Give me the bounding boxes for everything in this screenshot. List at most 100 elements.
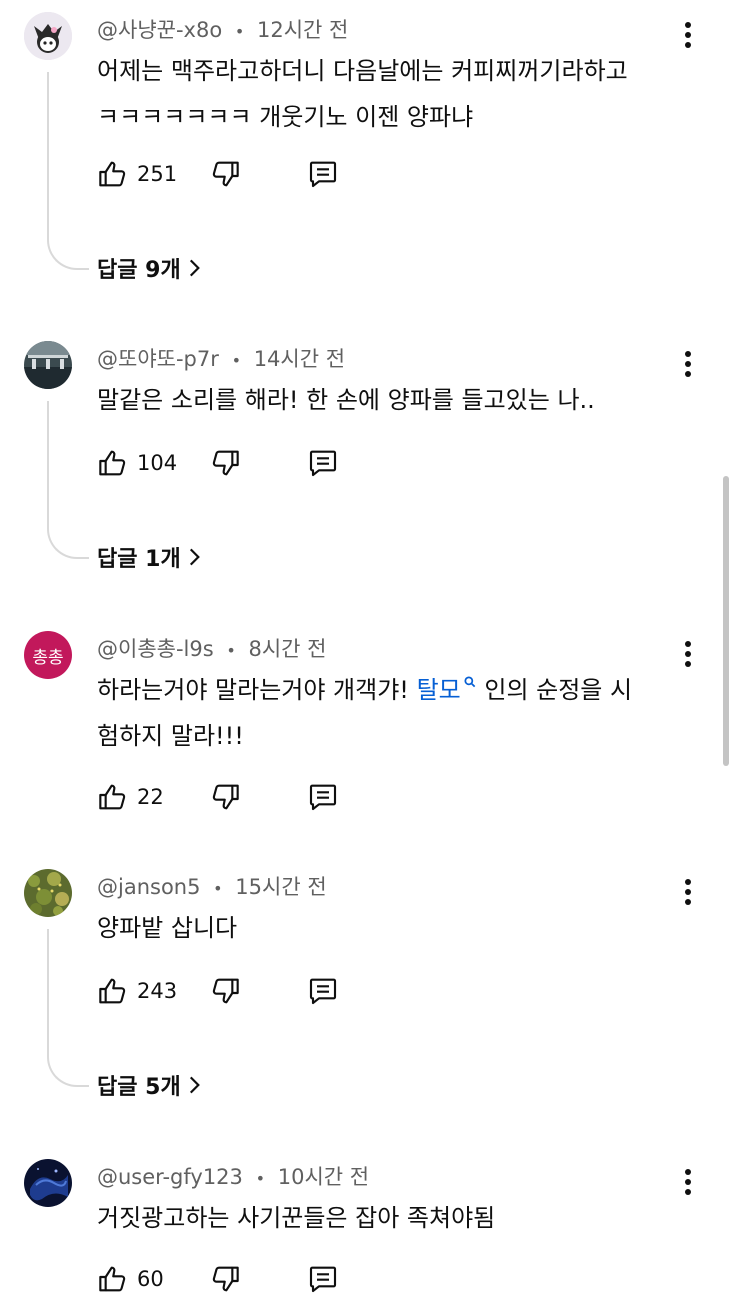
avatar[interactable] <box>24 12 72 60</box>
reply-button[interactable] <box>307 443 339 483</box>
comment-meta: @또야또-p7r • 14시간 전 <box>97 343 345 373</box>
comment-icon <box>309 161 337 188</box>
reply-button[interactable] <box>307 1259 339 1299</box>
replies-toggle[interactable]: 답글 5개 <box>97 1069 207 1101</box>
more-vertical-icon[interactable] <box>676 1167 700 1201</box>
meta-separator: • <box>226 641 236 660</box>
comment-icon <box>309 450 337 477</box>
reply-thread-line <box>47 929 89 1087</box>
dislike-button[interactable] <box>209 154 241 194</box>
comment-icon <box>309 784 337 811</box>
comment-text-line: 양파밭 삽니다 <box>97 914 238 942</box>
more-vertical-icon[interactable] <box>676 20 700 54</box>
replies-label: 답글 9개 <box>97 258 181 283</box>
reply-button[interactable] <box>307 971 339 1011</box>
like-button[interactable]: 60 <box>97 1259 164 1299</box>
like-button[interactable]: 104 <box>97 443 177 483</box>
comment-time[interactable]: 10시간 전 <box>278 1165 369 1189</box>
comment-text-line: 하라는거야 말라는거야 개객갸! 탈모 인의 순정을 시 <box>97 667 697 713</box>
like-count: 251 <box>137 162 178 186</box>
like-count: 22 <box>137 785 164 809</box>
thumbs-down-icon <box>212 978 239 1004</box>
like-count: 60 <box>137 1267 164 1291</box>
reply-button[interactable] <box>307 777 339 817</box>
comment-text-line: 말같은 소리를 해라! 한 손에 양파를 들고있는 나.. <box>97 386 595 414</box>
thumbs-down-icon <box>212 161 239 187</box>
comment-text-segment: 인의 순정을 시 <box>476 676 633 704</box>
hashtag-search-link[interactable]: 탈모 <box>417 676 477 704</box>
comment-text: 말같은 소리를 해라! 한 손에 양파를 들고있는 나.. <box>97 377 697 423</box>
meta-separator: • <box>255 1169 266 1188</box>
comment-actions: 243 <box>97 971 357 1011</box>
like-count: 243 <box>137 979 178 1003</box>
reply-thread-line <box>47 72 89 270</box>
comment-text: 양파밭 삽니다 <box>97 905 697 951</box>
comment-meta: @janson5 • 15시간 전 <box>97 871 327 901</box>
thumbs-down-icon <box>212 1266 239 1292</box>
comment-text-line: 거짓광고하는 사기꾼들은 잡아 족쳐야됨 <box>97 1204 496 1232</box>
dislike-button[interactable] <box>209 971 241 1011</box>
reply-button[interactable] <box>307 154 339 194</box>
meta-separator: • <box>213 879 223 898</box>
author-name[interactable]: @이총총-l9s <box>97 637 214 661</box>
avatar[interactable] <box>24 341 72 389</box>
comment-text-line: 어제는 맥주라고하더니 다음날에는 커피찌꺼기라하고 <box>97 57 628 85</box>
chevron-right-icon <box>189 548 200 566</box>
avatar[interactable] <box>24 869 72 917</box>
scrollbar-thumb[interactable] <box>723 476 729 766</box>
like-count: 104 <box>137 451 178 475</box>
author-name[interactable]: @janson5 <box>97 875 200 899</box>
reply-thread-line <box>47 401 89 559</box>
search-icon <box>464 676 476 688</box>
more-vertical-icon[interactable] <box>676 877 700 911</box>
thumbs-up-icon <box>99 161 126 187</box>
like-button[interactable]: 243 <box>97 971 177 1011</box>
search-link-label: 탈모 <box>416 676 461 704</box>
replies-label: 답글 5개 <box>97 1075 181 1100</box>
chevron-right-icon <box>189 1076 200 1094</box>
avatar-initials: 총총 <box>32 647 64 668</box>
comment-text-line: ㅋㅋㅋㅋㅋㅋㅋ 개웃기노 이젠 양파냐 <box>97 103 474 131</box>
comment-actions: 104 <box>97 443 357 483</box>
dislike-button[interactable] <box>209 443 241 483</box>
comment-actions: 251 <box>97 154 357 194</box>
comment-text: 하라는거야 말라는거야 개객갸! 탈모 인의 순정을 시 험하지 말라!!! <box>97 667 697 759</box>
comment-text-line: 험하지 말라!!! <box>97 722 244 750</box>
thumbs-up-icon <box>99 784 126 810</box>
comment-time[interactable]: 12시간 전 <box>257 18 348 42</box>
avatar[interactable]: 총총 <box>24 631 72 679</box>
author-name[interactable]: @user-gfy123 <box>97 1165 243 1189</box>
comment-icon <box>309 978 337 1005</box>
dislike-button[interactable] <box>209 777 241 817</box>
meta-separator: • <box>234 22 245 41</box>
replies-label: 답글 1개 <box>97 547 181 572</box>
more-vertical-icon[interactable] <box>676 639 700 673</box>
comment-icon <box>309 1266 337 1293</box>
thumbs-down-icon <box>212 450 239 476</box>
comment-time[interactable]: 8시간 전 <box>249 637 327 661</box>
comment-meta: @사냥꾼-x8o • 12시간 전 <box>97 14 348 44</box>
comment-meta: @user-gfy123 • 10시간 전 <box>97 1161 369 1191</box>
author-name[interactable]: @또야또-p7r <box>97 347 219 371</box>
comment-actions: 22 <box>97 777 357 817</box>
more-vertical-icon[interactable] <box>676 349 700 383</box>
author-name[interactable]: @사냥꾼-x8o <box>97 18 222 42</box>
comment-text: 어제는 맥주라고하더니 다음날에는 커피찌꺼기라하고 ㅋㅋㅋㅋㅋㅋㅋ 개웃기노 … <box>97 48 697 140</box>
comment-time[interactable]: 14시간 전 <box>254 347 345 371</box>
replies-toggle[interactable]: 답글 9개 <box>97 252 207 284</box>
comment-text-segment: 하라는거야 말라는거야 개객갸! <box>97 676 417 704</box>
replies-toggle[interactable]: 답글 1개 <box>97 541 207 573</box>
avatar[interactable] <box>24 1159 72 1207</box>
meta-separator: • <box>231 351 241 370</box>
like-button[interactable]: 251 <box>97 154 177 194</box>
thumbs-up-icon <box>99 1266 126 1292</box>
thumbs-down-icon <box>212 784 239 810</box>
comment-time[interactable]: 15시간 전 <box>235 875 326 899</box>
chevron-right-icon <box>189 259 200 277</box>
comment-meta: @이총총-l9s • 8시간 전 <box>97 633 327 663</box>
dislike-button[interactable] <box>209 1259 241 1299</box>
comment-actions: 60 <box>97 1259 357 1299</box>
like-button[interactable]: 22 <box>97 777 164 817</box>
thumbs-up-icon <box>99 450 126 476</box>
thumbs-up-icon <box>99 978 126 1004</box>
